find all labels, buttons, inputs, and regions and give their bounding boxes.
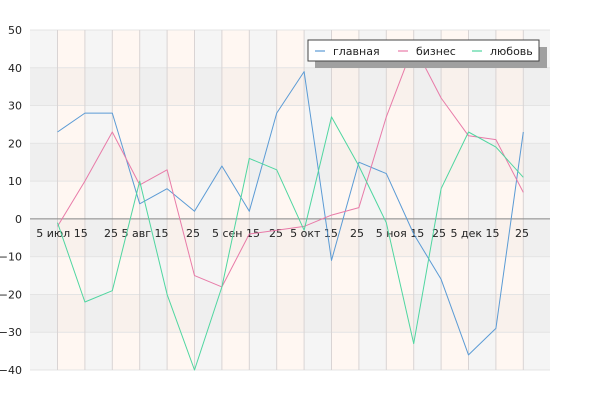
x-axis-ticks: 5 июл 15 25 5 авг 15 25 5 сен 15 25 5 окт 15 25… — [36, 227, 529, 240]
y-tick-label: 0 — [15, 213, 22, 226]
y-tick-label: 50 — [8, 24, 22, 37]
x-tick-label: 25 — [515, 227, 529, 240]
x-tick-label: 5 дек 15 — [450, 227, 499, 240]
x-tick-label: 5 окт 15 — [290, 227, 338, 240]
y-tick-label: −10 — [0, 251, 22, 264]
y-tick-label: 40 — [8, 62, 22, 75]
y-tick-label: −20 — [0, 288, 22, 301]
x-tick-label: 5 июл 15 — [36, 227, 87, 240]
x-tick-label: 25 — [269, 227, 283, 240]
x-tick-label: 5 авг 15 — [122, 227, 169, 240]
background-row-band — [30, 68, 550, 106]
y-tick-label: −30 — [0, 326, 22, 339]
legend-label: любовь — [490, 45, 533, 58]
x-tick-label: 25 — [104, 227, 118, 240]
y-axis-ticks: −40 −30 −20 −10 0 10 20 30 40 50 — [0, 24, 22, 377]
chart: −40 −30 −20 −10 0 10 20 30 40 50 5 июл 15 25 5 авг … — [0, 0, 600, 400]
y-tick-label: −40 — [0, 364, 22, 377]
legend-label: бизнес — [416, 45, 456, 58]
line-chart-svg: −40 −30 −20 −10 0 10 20 30 40 50 5 июл 15 25 5 авг … — [0, 24, 550, 377]
legend-label: главная — [333, 45, 380, 58]
x-tick-label: 25 — [350, 227, 364, 240]
background-row-band — [30, 143, 550, 181]
y-tick-label: 10 — [8, 175, 22, 188]
x-tick-label: 25 — [186, 227, 200, 240]
y-tick-label: 20 — [8, 137, 22, 150]
legend: главная бизнес любовь — [307, 39, 547, 68]
y-tick-label: 30 — [8, 100, 22, 113]
background-row-band — [30, 294, 550, 332]
x-tick-label: 5 ноя 15 — [376, 227, 425, 240]
